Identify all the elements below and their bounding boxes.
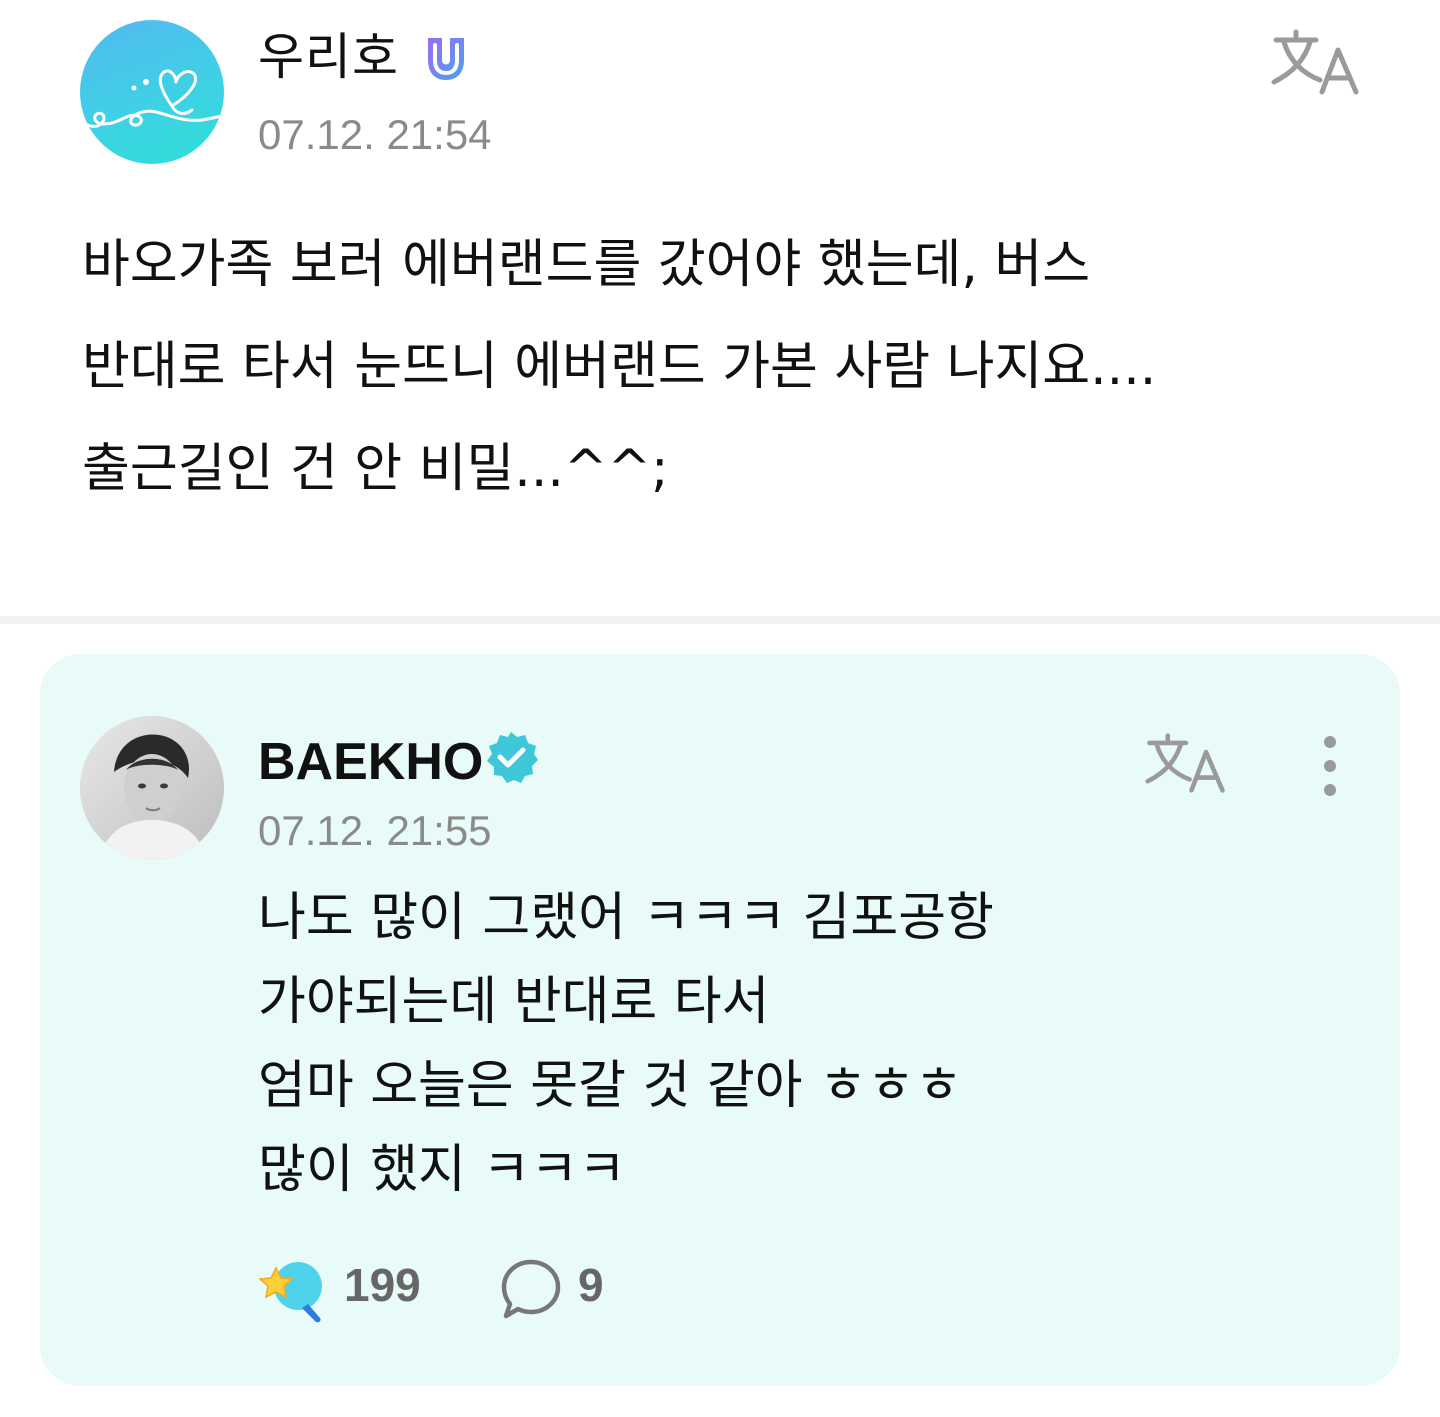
reply-body-line: 많이 했지 ㅋㅋㅋ: [258, 1140, 626, 1200]
comment-count: 9: [578, 1259, 604, 1311]
artist-name[interactable]: BAEKHO: [258, 736, 483, 788]
more-vertical-icon[interactable]: [1310, 734, 1350, 798]
artist-avatar[interactable]: [80, 716, 224, 860]
post-body-line: 반대로 타서 눈뜨니 에버랜드 가본 사람 나지요....: [82, 337, 1157, 397]
post-body-line: 바오가족 보러 에버랜드를 갔어야 했는데, 버스: [82, 235, 1091, 295]
post-timestamp: 07.12. 21:54: [258, 111, 492, 158]
membership-badge-icon: [428, 38, 464, 80]
fan-post: 우리호 07.12. 21:54 바오가족 보러 에버랜드를 갔어야 했는데, …: [0, 0, 1440, 616]
like-count: 199: [344, 1259, 421, 1311]
reply-body-line: 나도 많이 그랬어 ㅋㅋㅋ 김포공항: [258, 888, 994, 948]
translate-icon[interactable]: [1144, 732, 1228, 794]
reply-body-line: 가야되는데 반대로 타서: [258, 972, 770, 1032]
reply-timestamp: 07.12. 21:55: [258, 807, 492, 854]
translate-icon[interactable]: [1270, 28, 1362, 96]
verified-badge-icon: [487, 732, 538, 783]
post-body: 바오가족 보러 에버랜드를 갔어야 했는데, 버스 반대로 타서 눈뜨니 에버랜…: [82, 214, 1382, 520]
reply-body: 나도 많이 그랬어 ㅋㅋㅋ 김포공항 가야되는데 반대로 타서 엄마 오늘은 못…: [258, 876, 994, 1212]
reply-body-line: 엄마 오늘은 못갈 것 같아 ㅎㅎㅎ: [258, 1056, 963, 1116]
like-wand-icon[interactable]: [258, 1254, 328, 1324]
reply-stats: 199 9: [258, 1254, 758, 1324]
section-divider: [0, 616, 1440, 624]
post-body-line: 출근길인 건 안 비밀...^^;: [82, 439, 669, 499]
author-name[interactable]: 우리호: [258, 32, 399, 82]
comment-bubble-icon[interactable]: [498, 1256, 564, 1322]
heart-doodle-icon: [84, 69, 224, 128]
artist-reply-card[interactable]: BAEKHO 07.12. 21:55 나도 많이 그랬어 ㅋㅋㅋ 김포공항 가…: [40, 654, 1400, 1386]
avatar[interactable]: [80, 20, 224, 164]
artist-photo: [80, 716, 224, 860]
